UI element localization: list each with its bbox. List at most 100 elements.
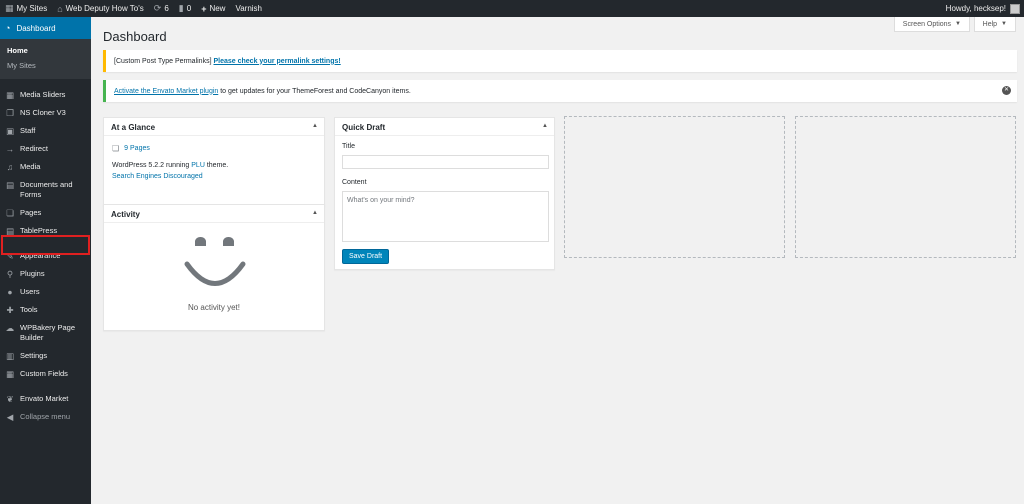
howdy-label: Howdy, hecksep! bbox=[945, 4, 1006, 13]
page-title: Dashboard bbox=[103, 29, 167, 44]
new-content-menu[interactable]: + New bbox=[196, 0, 230, 17]
pages-icon: ❏ bbox=[112, 144, 120, 153]
sidebar-item-settings[interactable]: ▥ Settings bbox=[0, 347, 91, 365]
draft-title-input[interactable] bbox=[342, 155, 549, 169]
sidebar-item-media[interactable]: ♫ Media bbox=[0, 158, 91, 176]
copy-icon: ❐ bbox=[6, 108, 14, 118]
new-label: New bbox=[209, 4, 226, 13]
submenu-item-my-sites[interactable]: My Sites bbox=[0, 58, 91, 73]
plugin-icon: ⚲ bbox=[6, 269, 14, 279]
sidebar-item-plugins[interactable]: ⚲ Plugins bbox=[0, 265, 91, 283]
widget-title: Activity bbox=[111, 210, 140, 219]
varnish-label: Varnish bbox=[235, 4, 262, 13]
sidebar-item-documents-forms[interactable]: ▤ Documents and Forms bbox=[0, 176, 91, 204]
sidebar-item-redirect[interactable]: → Redirect bbox=[0, 140, 91, 158]
sidebar-item-media-sliders[interactable]: ▦ Media Sliders bbox=[0, 86, 91, 104]
widget-title: Quick Draft bbox=[342, 123, 386, 132]
help-button[interactable]: Help ▼ bbox=[973, 17, 1016, 32]
home-icon: ⌂ bbox=[57, 3, 63, 14]
toggle-arrow-icon[interactable]: ▲ bbox=[312, 123, 318, 129]
sidebar-item-wpbakery[interactable]: ☁ WPBakery Page Builder bbox=[0, 319, 91, 347]
sidebar-item-label: Users bbox=[20, 287, 40, 296]
users-icon: ● bbox=[7, 287, 13, 297]
sidebar-item-label: Envato Market bbox=[20, 394, 69, 403]
sidebar-item-label: Media bbox=[20, 162, 41, 171]
toggle-arrow-icon[interactable]: ▲ bbox=[542, 123, 548, 129]
sidebar-item-ns-cloner[interactable]: ❐ NS Cloner V3 bbox=[0, 104, 91, 122]
sidebar-item-label: Media Sliders bbox=[20, 90, 66, 99]
builder-icon: ☁ bbox=[5, 323, 15, 333]
media-icon: ♫ bbox=[6, 162, 14, 172]
permalinks-prefix: [Custom Post Type Permalinks] bbox=[114, 57, 212, 65]
dismiss-icon[interactable]: ✕ bbox=[1002, 86, 1011, 95]
smiley-face-icon bbox=[184, 237, 246, 286]
comments-count: 0 bbox=[186, 4, 192, 13]
widget-title: At a Glance bbox=[111, 123, 156, 132]
quick-draft-widget: Quick Draft ▲ Title Content What's on yo… bbox=[334, 117, 555, 270]
settings-icon: ▥ bbox=[5, 351, 15, 361]
my-account-menu[interactable]: Howdy, hecksep! bbox=[945, 3, 1024, 14]
varnish-menu[interactable]: Varnish bbox=[230, 0, 267, 17]
sidebar-item-dashboard[interactable]: ◔ Dashboard bbox=[0, 17, 91, 39]
submenu-item-home[interactable]: Home bbox=[0, 43, 91, 58]
sidebar-item-users[interactable]: ● Users bbox=[0, 283, 91, 301]
widget-header: At a Glance ▲ bbox=[104, 118, 324, 136]
comments-menu[interactable]: ▮ 0 bbox=[174, 0, 196, 17]
site-name-menu[interactable]: ⌂ Web Deputy How To's bbox=[52, 0, 149, 17]
envato-icon: ❦ bbox=[6, 394, 14, 404]
sidebar-item-label: Pages bbox=[20, 208, 42, 217]
documents-icon: ▤ bbox=[5, 180, 15, 190]
admin-bar: ▦ My Sites ⌂ Web Deputy How To's ⟳ 6 ▮ 0… bbox=[0, 0, 1024, 17]
redirect-icon: → bbox=[5, 144, 15, 154]
theme-suffix: theme. bbox=[206, 162, 229, 169]
my-sites-icon: ▦ bbox=[5, 3, 14, 13]
wrench-icon: ✚ bbox=[6, 305, 14, 315]
sidebar-item-custom-fields[interactable]: ▦ Custom Fields bbox=[0, 365, 91, 383]
caret-down-icon: ▼ bbox=[955, 21, 961, 27]
empty-widget-area bbox=[795, 116, 1016, 258]
sidebar-item-staff[interactable]: ▣ Staff bbox=[0, 122, 91, 140]
my-sites-menu[interactable]: ▦ My Sites bbox=[0, 0, 52, 17]
title-label: Title bbox=[342, 143, 355, 150]
my-sites-label: My Sites bbox=[16, 4, 48, 13]
envato-notice-text: to get updates for your ThemeForest and … bbox=[220, 87, 411, 95]
plus-icon: + bbox=[201, 3, 207, 14]
sidebar-item-label: Tools bbox=[20, 305, 38, 314]
screen-options-label: Screen Options bbox=[902, 20, 952, 28]
staff-icon: ▣ bbox=[5, 126, 15, 136]
collapse-label: Collapse menu bbox=[20, 412, 71, 421]
sidebar-item-label: WPBakery Page Builder bbox=[20, 323, 76, 342]
permalinks-link[interactable]: Please check your permalink settings! bbox=[213, 58, 340, 65]
fields-icon: ▦ bbox=[5, 369, 15, 379]
sidebar-item-envato-market[interactable]: ❦ Envato Market bbox=[0, 390, 91, 408]
search-engines-link[interactable]: Search Engines Discouraged bbox=[112, 173, 203, 180]
pages-icon: ❏ bbox=[6, 208, 14, 218]
admin-sidebar: ◔ Dashboard Home My Sites ▦ Media Slider… bbox=[0, 17, 91, 504]
help-label: Help bbox=[982, 20, 998, 28]
main-content: Screen Options ▼ Help ▼ Dashboard [Custo… bbox=[91, 17, 1024, 504]
dashboard-icon: ◔ bbox=[5, 23, 11, 33]
sidebar-item-pages[interactable]: ❏ Pages bbox=[0, 204, 91, 222]
widget-header: Activity ▲ bbox=[104, 205, 324, 223]
envato-activate-link[interactable]: Activate the Envato Market plugin bbox=[114, 88, 218, 95]
updates-count: 6 bbox=[164, 4, 169, 13]
site-name-label: Web Deputy How To's bbox=[65, 4, 144, 13]
updates-menu[interactable]: ⟳ 6 bbox=[149, 0, 174, 17]
activity-widget: Activity ▲ No activity yet! bbox=[103, 204, 325, 331]
toggle-arrow-icon[interactable]: ▲ bbox=[312, 210, 318, 216]
no-activity-text: No activity yet! bbox=[187, 303, 240, 312]
updates-icon: ⟳ bbox=[153, 3, 162, 13]
dashboard-submenu: Home My Sites bbox=[0, 39, 91, 79]
screen-options-button[interactable]: Screen Options ▼ bbox=[893, 17, 970, 32]
sidebar-item-label: Documents and Forms bbox=[20, 180, 73, 199]
sidebar-item-label: Staff bbox=[20, 126, 36, 135]
collapse-menu-button[interactable]: ◀ Collapse menu bbox=[0, 408, 91, 426]
theme-link[interactable]: PLU bbox=[191, 162, 205, 169]
pages-count-link[interactable]: 9 Pages bbox=[124, 143, 150, 154]
draft-content-textarea[interactable]: What's on your mind? bbox=[342, 191, 549, 242]
empty-widget-area bbox=[564, 116, 785, 258]
widget-header: Quick Draft ▲ bbox=[335, 118, 554, 136]
save-draft-button[interactable]: Save Draft bbox=[342, 249, 390, 264]
sidebar-item-tools[interactable]: ✚ Tools bbox=[0, 301, 91, 319]
permalinks-notice: [Custom Post Type Permalinks] Please che… bbox=[103, 50, 1017, 72]
